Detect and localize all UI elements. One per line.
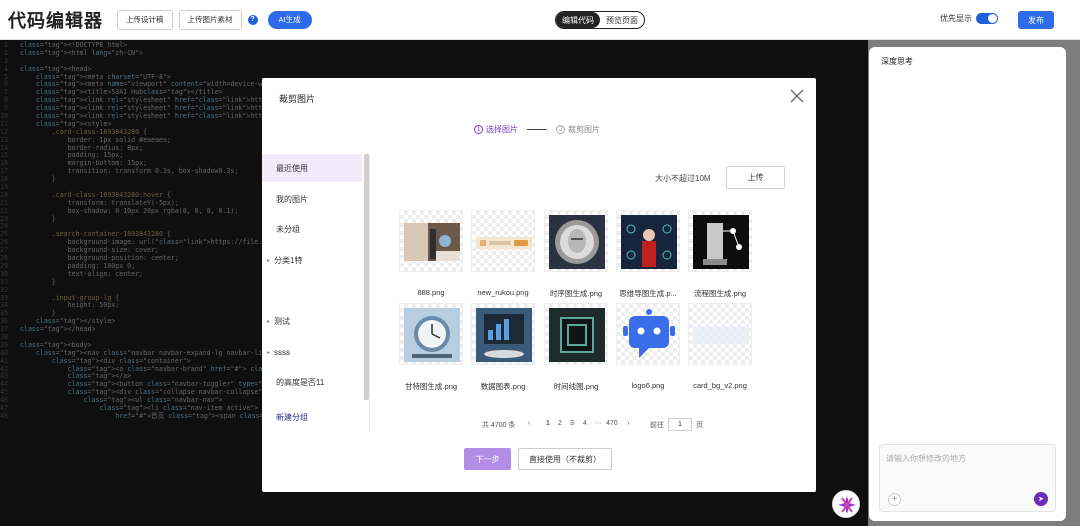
thumbnail-image (476, 237, 532, 249)
sidebar-item-label: 最近使用 (276, 163, 308, 173)
sidebar-item-2[interactable]: 我的图片 (262, 185, 362, 213)
top-bar: 代码编辑器 上传设计稿 上传图片素材 ? AI生成 (0, 0, 1080, 40)
dialog-title: 裁剪图片 (279, 94, 316, 104)
image-thumbnail[interactable] (399, 210, 463, 272)
thumbnail-image (693, 326, 749, 344)
priority-switch[interactable] (976, 13, 998, 24)
group-sidebar: 最近使用 我的图片 未分组 ▸ 分类1特 ▸ 测试 ▸ ssss 的高度是否11 新建分组 (262, 154, 370, 432)
panel-title: 深度思考 (881, 57, 913, 66)
thumbnail-image (621, 215, 677, 269)
page-1[interactable]: 1 (546, 420, 550, 427)
image-filename[interactable]: 流程图生成.png (675, 288, 765, 299)
sidebar-item-1[interactable]: 最近使用 (262, 154, 362, 182)
ai-generate-button[interactable]: AI生成 (267, 10, 312, 29)
step-label: 裁剪图片 (568, 125, 600, 134)
upload-design-button[interactable]: 上传设计稿 (117, 9, 173, 30)
send-icon[interactable]: ➤ (1034, 492, 1048, 506)
mode-preview[interactable]: 预览页面 (600, 12, 644, 28)
step-crop-image: 2 裁剪图片 (556, 124, 600, 135)
sidebar-item-3[interactable]: 未分组 (262, 215, 362, 243)
sidebar-item-4[interactable]: ▸ 分类1特 (262, 246, 362, 274)
thumbnail-image (404, 223, 460, 261)
page-3[interactable]: 3 (570, 420, 574, 427)
sidebar-item-7[interactable]: 的高度是否11 (262, 368, 362, 396)
next-page-icon[interactable]: › (627, 420, 629, 427)
step-divider (527, 129, 547, 130)
size-limit-note: 大小不超过10M (655, 174, 711, 183)
assistant-logo-icon (838, 496, 856, 514)
assistant-fab[interactable] (832, 490, 860, 518)
sidebar-item-label: ssss (274, 347, 291, 357)
next-step-button[interactable]: 下一步 (464, 448, 511, 470)
image-filename[interactable]: card_bg_v2.png (675, 381, 765, 390)
step-indicator: 1 选择图片 2 裁剪图片 (474, 124, 600, 135)
image-thumbnail[interactable] (544, 210, 608, 272)
crop-image-dialog: 裁剪图片 1 选择图片 2 裁剪图片 最近使用我的图片未分组 ▸ 分类1特 ▸ 测试 ▸ s… (262, 78, 816, 492)
total-count: 共 4700 条 (482, 422, 516, 429)
sidebar-item-label: 未分组 (276, 224, 300, 234)
step-label: 选择图片 (486, 125, 518, 134)
sidebar-item-label: 我的图片 (276, 194, 308, 204)
page-4[interactable]: 4 (583, 420, 587, 427)
thumbnail-image (693, 215, 749, 269)
expand-arrow-icon[interactable]: ▸ (267, 257, 270, 264)
page-5[interactable]: ··· (595, 420, 602, 427)
image-thumbnail[interactable] (616, 210, 680, 272)
page-unit-label: 页 (696, 422, 703, 429)
thumbnail-image (623, 309, 675, 358)
image-thumbnail[interactable] (688, 210, 752, 272)
sidebar-item-5[interactable]: ▸ 测试 (262, 307, 362, 335)
prev-page-icon[interactable]: ‹ (528, 420, 530, 427)
expand-arrow-icon[interactable]: ▸ (267, 318, 270, 325)
mode-toggle: 编辑代码 预览页面 (555, 11, 645, 29)
upload-image-button[interactable]: 上传图片素材 (178, 9, 242, 30)
page-2[interactable]: 2 (558, 420, 562, 427)
publish-button[interactable]: 发布 (1018, 11, 1054, 29)
use-directly-button[interactable]: 直接使用（不裁剪） (518, 448, 612, 470)
add-icon[interactable]: + (888, 493, 901, 506)
sidebar-item-label: 的高度是否11 (276, 377, 325, 387)
thumbnail-image (549, 308, 605, 362)
step-number: 1 (474, 125, 483, 134)
step-select-image: 1 选择图片 (474, 124, 518, 135)
priority-label: 优先显示 (940, 14, 972, 23)
image-thumbnail[interactable] (471, 303, 535, 365)
priority-display: 优先显示 (940, 13, 998, 24)
sidebar-item-label: 分类1特 (274, 255, 303, 265)
thumbnail-image (549, 215, 605, 269)
page-jump-input[interactable]: 1 (668, 418, 692, 431)
goto-label: 前往 (650, 422, 664, 429)
page-6[interactable]: 470 (606, 420, 618, 427)
image-thumbnail[interactable] (688, 303, 752, 365)
prompt-input[interactable]: 请输入你想修改的地方 + ➤ (879, 444, 1056, 512)
sidebar-item-label: 测试 (274, 316, 291, 326)
pagination: 共 4700 条 ‹ 1 2 3 4 ··· 470 › 前往 1 页 (262, 418, 816, 432)
deep-thinking-panel: 深度思考 请输入你想修改的地方 + ➤ (869, 47, 1066, 521)
image-thumbnail[interactable] (544, 303, 608, 365)
thumbnail-image (404, 308, 460, 362)
close-icon[interactable] (790, 89, 804, 103)
expand-arrow-icon[interactable]: ▸ (267, 349, 270, 356)
upload-button[interactable]: 上传 (726, 166, 785, 189)
sidebar-item-6[interactable]: ▸ ssss (262, 338, 362, 366)
prompt-placeholder: 请输入你想修改的地方 (886, 454, 966, 463)
image-thumbnail[interactable] (399, 303, 463, 365)
help-icon[interactable]: ? (247, 14, 258, 25)
mode-edit-code[interactable]: 编辑代码 (556, 12, 600, 28)
image-thumbnail[interactable] (616, 303, 680, 365)
step-number: 2 (556, 125, 565, 134)
app-title: 代码编辑器 (8, 10, 103, 31)
thumbnail-image (476, 308, 532, 362)
image-thumbnail[interactable] (471, 210, 535, 272)
sidebar-scrollbar[interactable] (364, 154, 369, 400)
